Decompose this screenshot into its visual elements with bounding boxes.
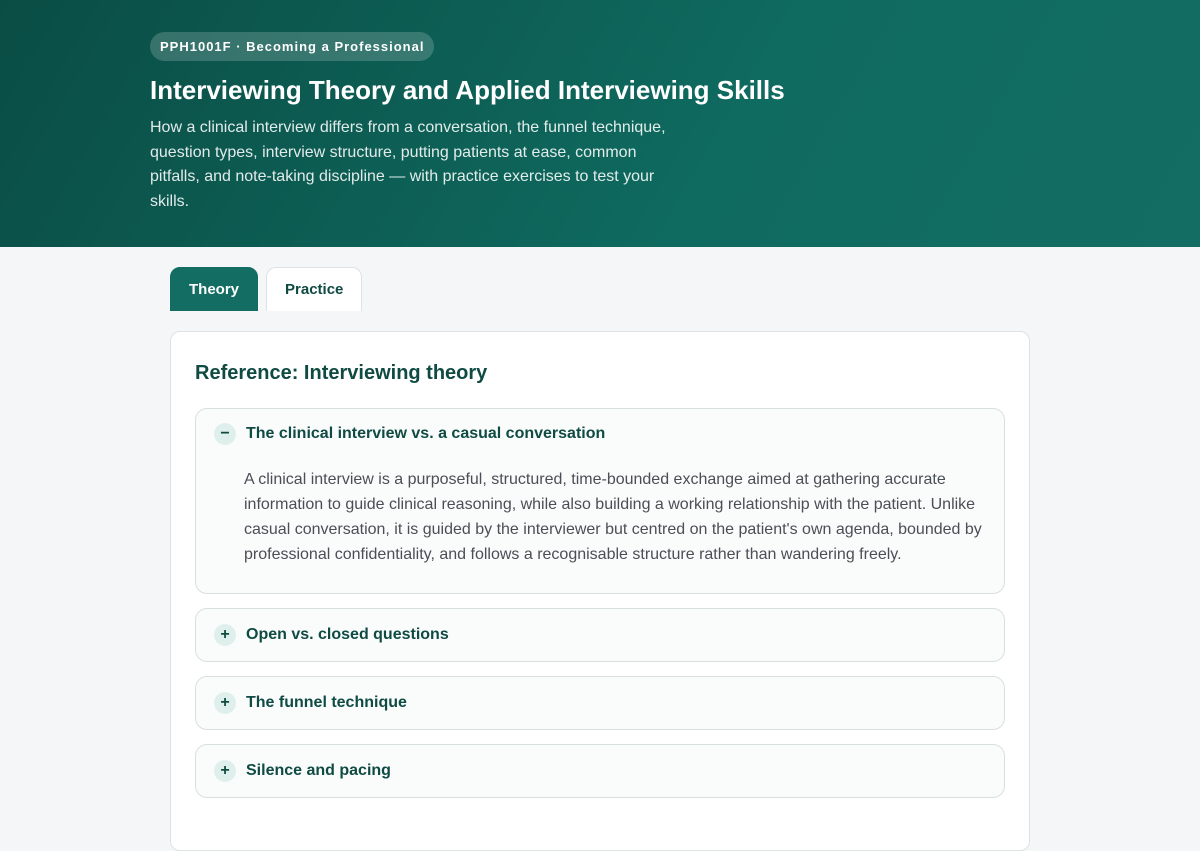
accordion-header-funnel-technique[interactable]: + The funnel technique [196,677,1004,729]
accordion-header-silence-pacing[interactable]: + Silence and pacing [196,745,1004,797]
tab-practice[interactable]: Practice [266,267,363,311]
accordion-header-clinical-interview[interactable]: − The clinical interview vs. a casual co… [196,409,1004,459]
reference-card: Reference: Interviewing theory − The cli… [170,331,1030,851]
plus-icon: + [214,692,236,714]
accordion-title: The clinical interview vs. a casual conv… [246,425,606,442]
tab-theory[interactable]: Theory [170,267,259,311]
accordion-item-silence-pacing: + Silence and pacing [195,744,1005,798]
plus-icon: + [214,760,236,782]
accordion-title: Silence and pacing [246,762,391,779]
accordion-header-open-closed-questions[interactable]: + Open vs. closed questions [196,609,1004,661]
tab-bar: Theory Practice [170,267,363,311]
accordion-title: The funnel technique [246,694,407,711]
page-header: PPH1001F · Becoming a Professional Inter… [0,0,1200,247]
reference-title: Reference: Interviewing theory [195,362,488,384]
minus-icon: − [214,423,236,445]
accordion-body: A clinical interview is a purposeful, st… [244,471,982,563]
accordion-item-clinical-interview: − The clinical interview vs. a casual co… [195,408,1005,594]
page-title: Interviewing Theory and Applied Intervie… [150,75,785,105]
plus-icon: + [214,624,236,646]
accordion-title: Open vs. closed questions [246,626,449,643]
accordion-item-funnel-technique: + The funnel technique [195,676,1005,730]
accordion-item-open-closed-questions: + Open vs. closed questions [195,608,1005,662]
page-description: How a clinical interview differs from a … [150,119,666,210]
course-badge: PPH1001F · Becoming a Professional [150,32,435,61]
